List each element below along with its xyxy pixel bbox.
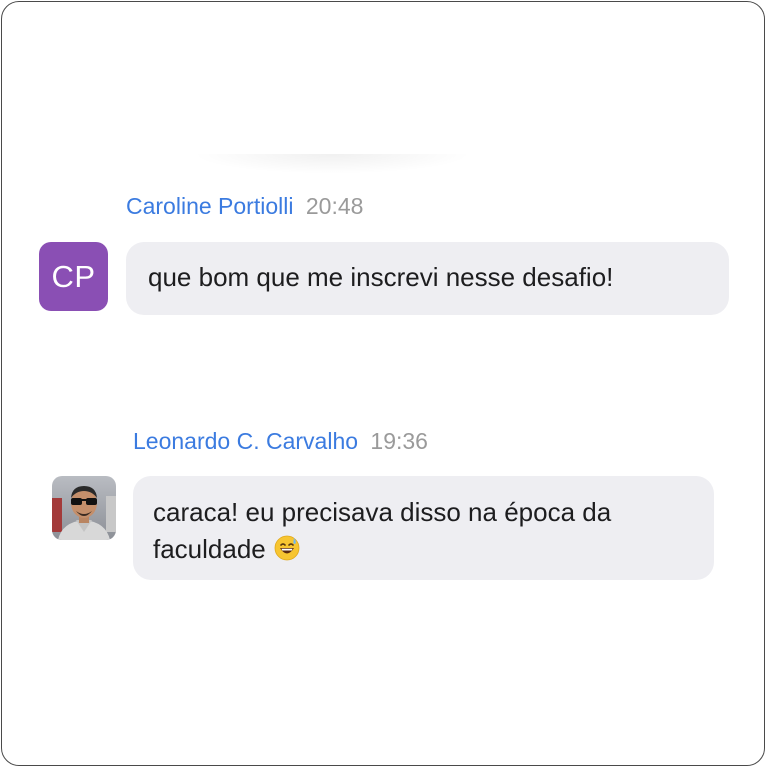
message-text: caraca! eu precisava disso na época da f… [153,497,612,564]
chat-panel [1,1,765,766]
sender-name[interactable]: Caroline Portiolli [126,193,293,219]
avatar-initials: CP [51,258,96,294]
avatar[interactable] [52,476,116,540]
message-bubble[interactable]: que bom que me inscrevi nesse desafio! [126,242,729,315]
user-photo-avatar-icon [52,476,116,540]
sender-name[interactable]: Leonardo C. Carvalho [133,428,358,454]
scroll-fade [192,154,472,174]
message-header: Leonardo C. Carvalho 19:36 [133,428,428,455]
message-header: Caroline Portiolli 20:48 [126,193,363,220]
message-text: que bom que me inscrevi nesse desafio! [148,262,614,292]
message-timestamp: 19:36 [370,428,428,454]
message-bubble[interactable]: caraca! eu precisava disso na época da f… [133,476,714,580]
avatar[interactable]: CP [39,242,108,311]
grinning-sweat-emoji-icon [274,534,300,571]
message-timestamp: 20:48 [305,193,364,219]
